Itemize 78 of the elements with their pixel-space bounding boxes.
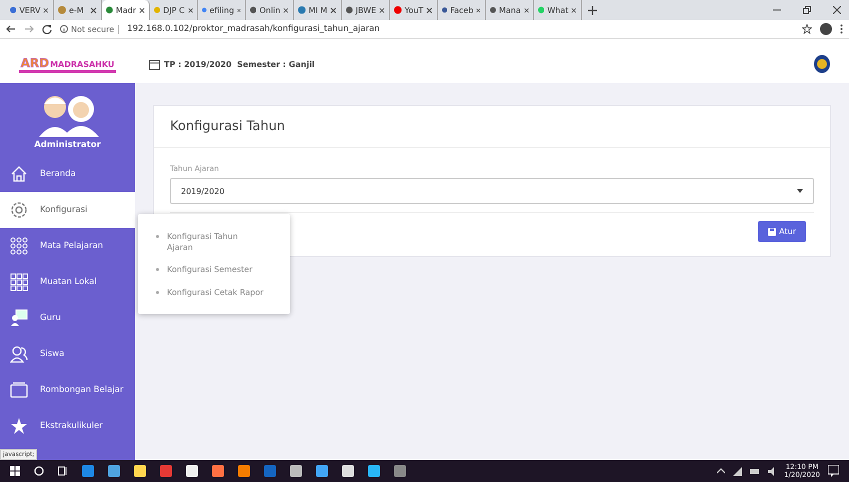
card-title: Konfigurasi Tahun — [154, 106, 830, 148]
star-outline-icon[interactable] — [802, 24, 812, 34]
task-view-icon[interactable] — [58, 466, 68, 476]
dot-grid-icon — [10, 237, 28, 255]
logo-text: ARD — [20, 56, 50, 70]
favicon-icon — [538, 6, 544, 14]
security-indicator[interactable]: Not secure — [60, 24, 120, 34]
profile-avatar-icon[interactable] — [820, 23, 832, 35]
speaker-icon[interactable] — [768, 466, 776, 476]
close-icon[interactable] — [188, 6, 193, 14]
favicon-icon — [202, 6, 206, 14]
sidebar-item[interactable]: Siswa — [0, 336, 135, 372]
favicon-icon — [394, 6, 402, 14]
favicon-icon — [106, 6, 113, 14]
close-icon[interactable] — [524, 6, 529, 14]
year-select[interactable]: 2019/2020 — [170, 178, 814, 204]
favicon-icon — [346, 6, 353, 14]
browser-tab[interactable]: Madr — [102, 0, 150, 20]
close-icon[interactable] — [476, 6, 481, 14]
bullet-icon — [156, 290, 159, 294]
sidebar-item[interactable]: Beranda — [0, 156, 135, 192]
bullet-icon — [156, 235, 159, 238]
people-icon — [10, 345, 28, 363]
favicon-icon — [10, 6, 16, 14]
sidebar-item[interactable]: Guru — [0, 300, 135, 336]
home-icon — [10, 165, 28, 183]
submenu-item[interactable]: Konfigurasi Tahun Ajaran — [138, 226, 290, 260]
search-icon[interactable] — [34, 466, 44, 476]
sidebar-item[interactable]: Konfigurasi — [0, 192, 135, 228]
favicon-icon — [298, 6, 306, 14]
star-icon — [10, 417, 28, 435]
close-icon[interactable] — [571, 6, 577, 14]
network-icon[interactable] — [733, 466, 742, 476]
dropdown-caret-icon — [797, 189, 803, 193]
emblem-icon — [813, 54, 831, 74]
sidebar-item[interactable]: Muatan Lokal — [0, 264, 135, 300]
favicon-icon — [490, 6, 496, 14]
close-icon[interactable] — [426, 6, 433, 14]
folder-icon — [10, 381, 28, 399]
user-role: Administrator — [34, 140, 101, 150]
sidebar-item[interactable]: Mata Pelajaran — [0, 228, 135, 264]
close-icon[interactable] — [139, 6, 145, 14]
session-info: TP : 2019/2020 Semester : Ganjil — [164, 60, 315, 68]
close-icon[interactable] — [379, 6, 385, 14]
save-button[interactable]: Atur — [758, 221, 806, 242]
close-icon[interactable] — [237, 6, 241, 14]
chevron-up-icon[interactable] — [717, 468, 726, 474]
close-icon[interactable] — [833, 6, 841, 14]
submenu-item[interactable]: Konfigurasi Cetak Rapor — [138, 282, 290, 304]
sidebar-item[interactable]: Rombongan Belajar — [0, 372, 135, 408]
app-icon[interactable] — [186, 465, 198, 477]
plus-icon[interactable] — [588, 6, 597, 14]
info-icon — [60, 25, 68, 33]
sidebar-item[interactable]: Ekstrakulikuler — [0, 408, 135, 444]
close-icon[interactable] — [283, 6, 289, 14]
square-grid-icon — [10, 273, 28, 291]
logo-text: MADRASAHKU — [50, 60, 114, 68]
close-icon[interactable] — [90, 6, 97, 14]
restore-icon[interactable] — [803, 6, 811, 14]
close-icon[interactable] — [43, 6, 49, 14]
favicon-icon — [58, 6, 66, 14]
bullet-icon — [156, 268, 159, 272]
back-arrow-icon[interactable] — [6, 24, 16, 34]
reload-icon[interactable] — [42, 24, 52, 34]
app-logo[interactable]: ARD MADRASAHKU — [18, 56, 116, 72]
favicon-icon — [250, 6, 256, 14]
favicon-icon — [154, 6, 160, 14]
notification-icon[interactable] — [828, 465, 839, 477]
close-icon[interactable] — [330, 6, 337, 14]
favicon-icon — [442, 6, 448, 14]
teacher-board-icon — [10, 309, 28, 327]
battery-icon[interactable] — [750, 466, 760, 476]
submenu-item[interactable]: Konfigurasi Semester — [138, 259, 290, 282]
calendar-icon — [149, 58, 160, 70]
gear-icon — [10, 201, 28, 219]
windows-icon[interactable] — [10, 466, 20, 476]
menu-icon[interactable] — [840, 24, 843, 34]
address-field[interactable]: 192.168.0.102/proktor_madrasah/konfigurasi_tahun_ajaran — [127, 24, 380, 34]
